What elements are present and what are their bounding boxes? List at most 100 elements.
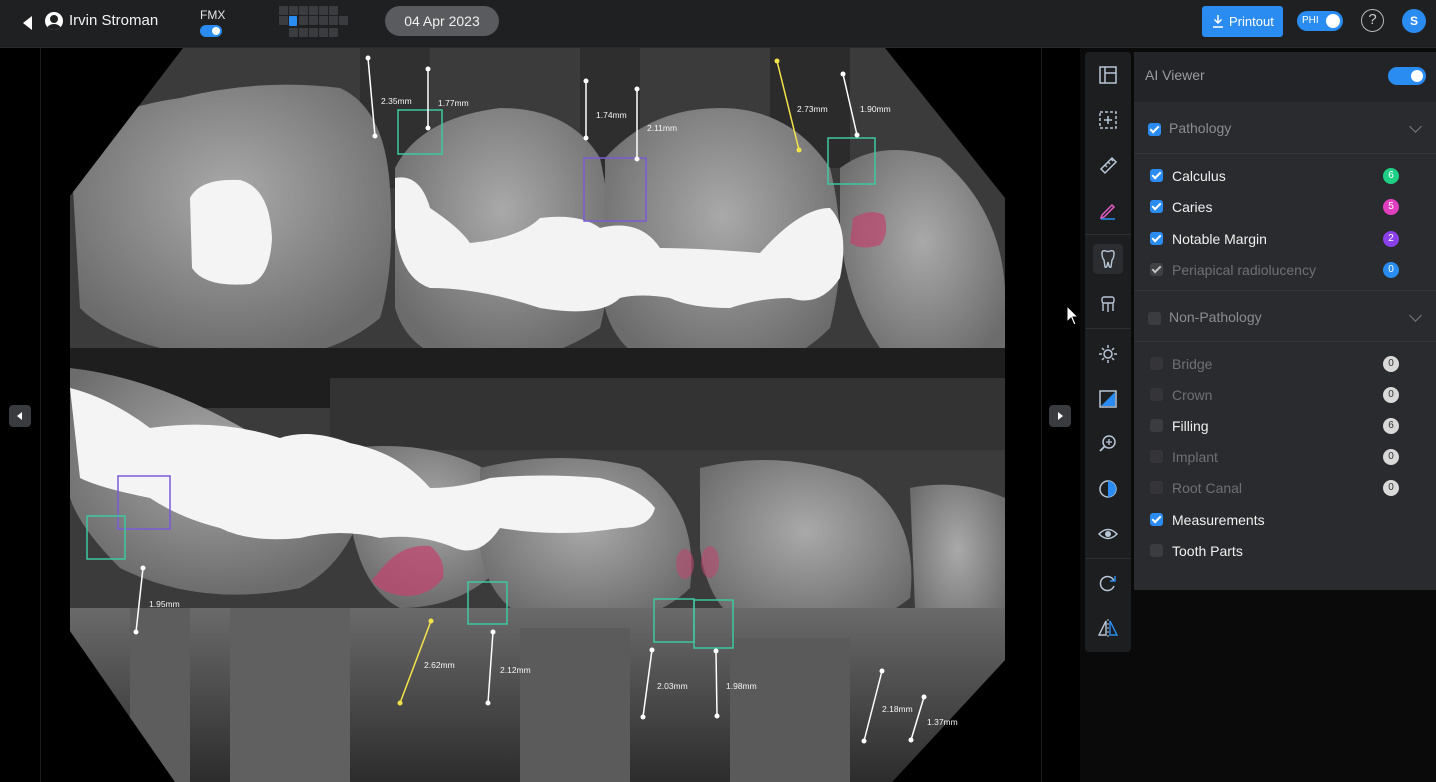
measurement-label: 2.35mm [381,96,412,106]
chevron-down-icon[interactable] [1409,120,1422,133]
ai-viewer-toggle[interactable] [1388,67,1426,85]
count-badge: 0 [1383,356,1399,372]
bridge-checkbox[interactable] [1150,357,1163,370]
measurement-line[interactable] [715,650,718,717]
filter-label: Calculus [1172,168,1226,184]
ai-viewer-header: AI Viewer [1134,52,1436,98]
filter-root-canal[interactable]: Root Canal 0 [1134,473,1436,503]
filter-caries[interactable]: Caries 5 [1134,192,1436,222]
filter-label: Periapical radiolucency [1172,262,1316,278]
layout-icon[interactable] [1093,60,1123,90]
filter-label: Implant [1172,449,1218,465]
measurement-label: 1.74mm [596,110,627,120]
calculus-checkbox[interactable] [1150,169,1163,182]
zoom-icon[interactable] [1093,429,1123,459]
filter-tooth-parts[interactable]: Tooth Parts [1134,536,1436,566]
bitewing-xray-image[interactable]: 2.35mm 1.77mm 1.74mm 2.11mm 2.73mm 1.90m… [0,48,1080,782]
ruler-icon[interactable] [1093,150,1123,180]
patient-avatar-icon [45,12,63,30]
caries-region[interactable] [701,546,719,578]
filter-measurements[interactable]: Measurements [1134,505,1436,535]
filter-label: Notable Margin [1172,231,1267,247]
phi-toggle[interactable]: PHI [1297,11,1343,31]
filter-periapical-radiolucency[interactable]: Periapical radiolucency 0 [1134,255,1436,285]
measurement-label: 2.03mm [657,681,688,691]
measurements-checkbox[interactable] [1150,513,1163,526]
next-image-button[interactable] [1049,405,1071,427]
count-badge: 0 [1383,449,1399,465]
pencil-icon[interactable] [1093,195,1123,225]
filling-checkbox[interactable] [1150,419,1163,432]
measurement-label: 1.37mm [927,717,958,727]
phi-label: PHI [1302,15,1319,26]
caries-checkbox[interactable] [1150,200,1163,213]
measurement-label: 2.11mm [647,123,677,133]
printout-button[interactable]: Printout [1202,6,1283,37]
select-box-icon[interactable] [1093,105,1123,135]
tooth-icon[interactable] [1093,244,1123,274]
exam-date-selector[interactable]: 04 Apr 2023 [385,6,499,36]
caries-region[interactable] [850,212,887,248]
ai-viewer-title: AI Viewer [1145,67,1205,83]
measurement-label: 2.62mm [424,660,455,670]
non-pathology-title: Non-Pathology [1169,309,1262,325]
measurement-label: 2.12mm [500,665,531,675]
xray-viewer[interactable]: 2.35mm 1.77mm 1.74mm 2.11mm 2.73mm 1.90m… [0,48,1080,782]
top-bar: Irvin Stroman FMX 04 Apr 2023 Printout P… [0,0,1436,48]
filter-label: Root Canal [1172,480,1243,496]
filter-crown[interactable]: Crown 0 [1134,380,1436,410]
ai-viewer-panel: AI Viewer Pathology Calculus 6 Caries 5 … [1134,52,1436,590]
mouse-cursor [1066,304,1080,326]
filter-notable-margin[interactable]: Notable Margin 2 [1134,224,1436,254]
fmx-label: FMX [200,8,226,22]
filter-filling[interactable]: Filling 6 [1134,411,1436,441]
filter-label: Crown [1172,387,1213,403]
fmx-toggle[interactable] [200,25,222,37]
help-button[interactable]: ? [1361,9,1384,32]
pathology-group-header[interactable]: Pathology [1134,102,1436,154]
periapical-checkbox[interactable] [1150,263,1163,276]
chevron-down-icon[interactable] [1409,309,1422,322]
implant-checkbox[interactable] [1150,450,1163,463]
caries-region[interactable] [676,549,694,579]
count-badge: 0 [1383,387,1399,403]
non-pathology-checkbox[interactable] [1148,312,1161,325]
count-badge: 6 [1383,418,1399,434]
download-icon [1213,15,1223,28]
previous-image-button[interactable] [9,405,31,427]
tooth-parts-checkbox[interactable] [1150,544,1163,557]
fmx-thumbnail-map[interactable] [278,5,352,41]
patient-name[interactable]: Irvin Stroman [69,12,158,29]
filter-implant[interactable]: Implant 0 [1134,442,1436,472]
measurement-label: 1.98mm [726,681,757,691]
contrast-icon[interactable] [1093,474,1123,504]
printout-label: Printout [1229,14,1274,29]
filter-bridge[interactable]: Bridge 0 [1134,349,1436,379]
flip-icon[interactable] [1093,613,1123,643]
measurement-label: 1.77mm [438,98,469,108]
eye-icon[interactable] [1093,519,1123,549]
filter-label: Bridge [1172,356,1213,372]
filter-label: Filling [1172,418,1209,434]
non-pathology-group-header[interactable]: Non-Pathology [1134,290,1436,342]
filter-label: Measurements [1172,512,1265,528]
count-badge: 0 [1383,480,1399,496]
count-badge: 6 [1383,168,1399,184]
back-arrow-icon[interactable] [18,13,38,33]
filter-calculus[interactable]: Calculus 6 [1134,161,1436,191]
image-adjust-icon[interactable] [1093,384,1123,414]
notable-margin-checkbox[interactable] [1150,232,1163,245]
rotate-icon[interactable] [1093,568,1123,598]
filter-label: Caries [1172,199,1213,215]
pathology-checkbox[interactable] [1148,123,1161,136]
crown-checkbox[interactable] [1150,388,1163,401]
brightness-icon[interactable] [1093,339,1123,369]
measurement-label: 2.18mm [882,704,913,714]
tool-sidebar [1085,52,1131,652]
measurement-label: 1.95mm [149,599,180,609]
crown-icon[interactable] [1093,289,1123,319]
filter-label: Tooth Parts [1172,543,1243,559]
user-avatar[interactable]: S [1402,9,1426,33]
root-canal-checkbox[interactable] [1150,481,1163,494]
count-badge: 5 [1383,199,1399,215]
